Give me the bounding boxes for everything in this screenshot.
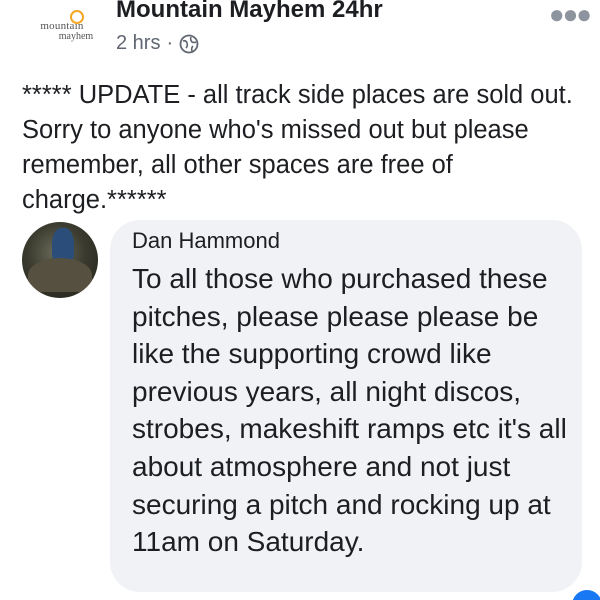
meta-separator: · bbox=[166, 32, 174, 54]
commenter-avatar[interactable] bbox=[22, 222, 98, 298]
post-timestamp[interactable]: 2 hrs bbox=[116, 32, 160, 55]
more-options-icon[interactable]: ●●● bbox=[549, 1, 592, 27]
reaction-icon[interactable] bbox=[572, 590, 600, 600]
page-name-link[interactable]: Mountain Mayhem 24hr bbox=[116, 0, 383, 24]
avatar-background bbox=[28, 258, 92, 292]
page-avatar[interactable]: mountain mayhem bbox=[22, 0, 102, 62]
comment-body-text: To all those who purchased these pitches… bbox=[132, 263, 567, 558]
facebook-post: mountain mayhem Mountain Mayhem 24hr 2 h… bbox=[0, 0, 600, 600]
comment-author-name[interactable]: Dan Hammond bbox=[132, 228, 280, 254]
logo-sun-icon bbox=[70, 10, 84, 24]
post-body-text: ***** UPDATE - all track side places are… bbox=[22, 81, 573, 214]
logo-text-sub: mayhem bbox=[58, 30, 94, 42]
post-meta: 2 hrs · bbox=[116, 32, 199, 55]
globe-icon bbox=[179, 34, 199, 54]
